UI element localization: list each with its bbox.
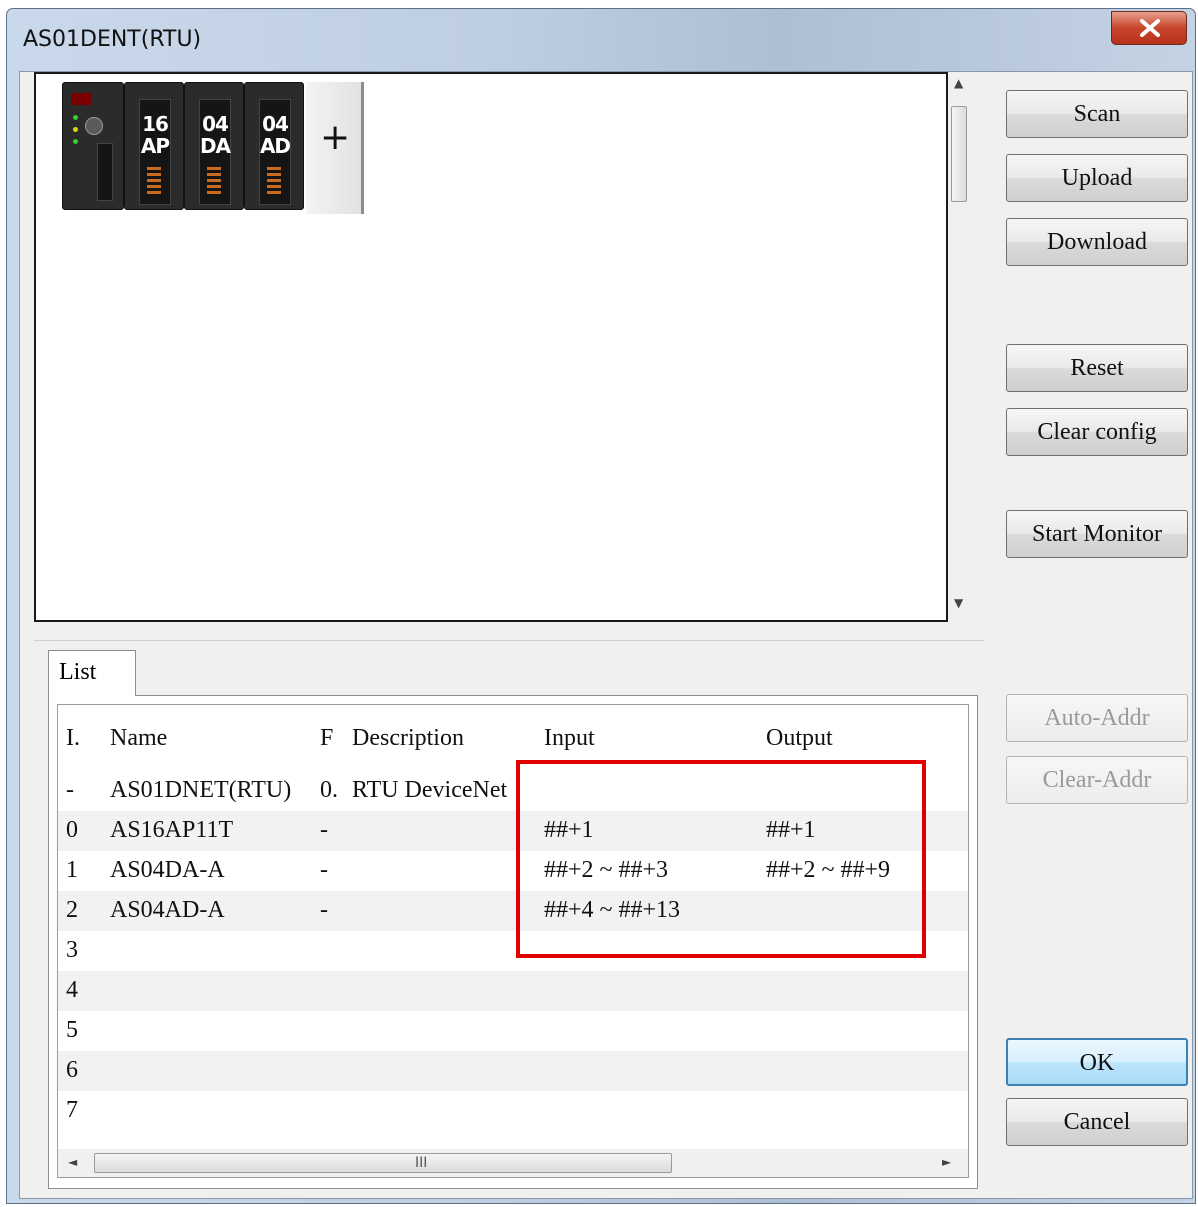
dialog-client-area: 16 AP 04 DA 04 AD + ▲ ▼ Scan Upload Down… [19,71,1193,1199]
list-header: I. Name F Description Input Output [58,717,968,757]
cpu-module[interactable] [62,82,124,210]
cell-name: AS01DNET(RTU) [110,777,292,803]
module-config-canvas[interactable]: 16 AP 04 DA 04 AD + [34,72,948,622]
column-header-description[interactable]: Description [352,725,464,752]
cell-f: - [320,857,328,883]
cell-output: ##+2 ~ ##+9 [766,857,891,883]
scroll-thumb[interactable] [951,106,967,202]
column-header-f[interactable]: F [320,725,333,752]
cell-index: 4 [66,977,78,1003]
canvas-vertical-scrollbar[interactable]: ▲ ▼ [950,72,968,622]
module-label-line1: 04 [262,112,289,136]
cell-input: ##+1 [544,817,594,843]
close-icon [1140,19,1160,37]
cpu-display [71,93,91,105]
cell-index: 5 [66,1017,78,1043]
module-pins [267,167,281,197]
module-04da[interactable]: 04 DA [184,82,244,210]
table-row[interactable]: 4 [58,971,968,1011]
cell-index: - [66,777,74,803]
module-label-line1: 04 [202,112,229,136]
scan-button[interactable]: Scan [1006,90,1188,138]
table-row[interactable]: 5 [58,1011,968,1051]
start-monitor-button[interactable]: Start Monitor [1006,510,1188,558]
scroll-thumb[interactable]: III [94,1153,672,1173]
cell-input: ##+2 ~ ##+3 [544,857,669,883]
clear-config-button[interactable]: Clear config [1006,408,1188,456]
status-led [73,115,78,120]
cell-name: AS16AP11T [110,817,234,843]
title-bar[interactable]: AS01DENT(RTU) [7,9,1195,69]
table-row[interactable]: 6 [58,1051,968,1091]
cell-output: ##+1 [766,817,816,843]
ok-button[interactable]: OK [1006,1038,1188,1086]
cell-index: 3 [66,937,78,963]
address-dial [85,117,103,135]
module-label-line1: 16 [142,112,169,136]
table-row[interactable]: 7 [58,1091,968,1131]
module-label-line2: AD [259,134,291,158]
cell-index: 7 [66,1097,78,1123]
cell-name: AS04AD-A [110,897,225,923]
module-pins [207,167,221,197]
cell-f: - [320,817,328,843]
plus-icon: + [320,117,351,158]
cell-index: 2 [66,897,78,923]
table-row[interactable]: 0 AS16AP11T - ##+1 ##+1 [58,811,968,851]
cell-f: 0. [320,777,338,803]
status-led [73,127,78,132]
auto-addr-button[interactable]: Auto-Addr [1006,694,1188,742]
dialog-window: AS01DENT(RTU) 16 AP 04 DA 04 AD + ▲ ▼ Sc… [6,8,1196,1204]
module-16ap[interactable]: 16 AP [124,82,184,210]
column-header-name[interactable]: Name [110,725,167,752]
section-divider [34,640,984,641]
add-module-slot[interactable]: + [306,82,364,214]
column-header-input[interactable]: Input [544,725,595,752]
download-button[interactable]: Download [1006,218,1188,266]
table-row[interactable]: 2 AS04AD-A - ##+4 ~ ##+13 [58,891,968,931]
scroll-left-icon[interactable]: ◄ [68,1155,77,1169]
window-title: AS01DENT(RTU) [23,27,202,52]
scroll-up-icon[interactable]: ▲ [954,76,963,90]
scroll-down-icon[interactable]: ▼ [954,596,963,610]
column-header-output[interactable]: Output [766,725,833,752]
table-row[interactable]: - AS01DNET(RTU) 0. RTU DeviceNet [58,771,968,811]
upload-button[interactable]: Upload [1006,154,1188,202]
cell-description: RTU DeviceNet [352,777,508,803]
module-label-line2: DA [199,134,231,158]
clear-addr-button[interactable]: Clear-Addr [1006,756,1188,804]
cell-index: 6 [66,1057,78,1083]
tab-list[interactable]: List [48,650,136,696]
list-tab-page: I. Name F Description Input Output - AS01… [48,695,978,1189]
module-04ad[interactable]: 04 AD [244,82,304,210]
cell-input: ##+4 ~ ##+13 [544,897,681,923]
cell-index: 1 [66,857,78,883]
status-led [73,139,78,144]
cpu-connector [97,143,113,201]
cancel-button[interactable]: Cancel [1006,1098,1188,1146]
scroll-grip: III [415,1155,428,1171]
table-row[interactable]: 1 AS04DA-A - ##+2 ~ ##+3 ##+2 ~ ##+9 [58,851,968,891]
module-pins [147,167,161,197]
list-horizontal-scrollbar[interactable]: ◄ III ► [58,1149,968,1177]
module-label-line2: AP [140,134,170,158]
cell-name: AS04DA-A [110,857,225,883]
scroll-right-icon[interactable]: ► [942,1155,951,1169]
table-row[interactable]: 3 [58,931,968,971]
column-header-index[interactable]: I. [66,725,80,752]
reset-button[interactable]: Reset [1006,344,1188,392]
module-list[interactable]: I. Name F Description Input Output - AS01… [57,704,969,1178]
cell-f: - [320,897,328,923]
close-button[interactable] [1111,11,1187,45]
cell-index: 0 [66,817,78,843]
